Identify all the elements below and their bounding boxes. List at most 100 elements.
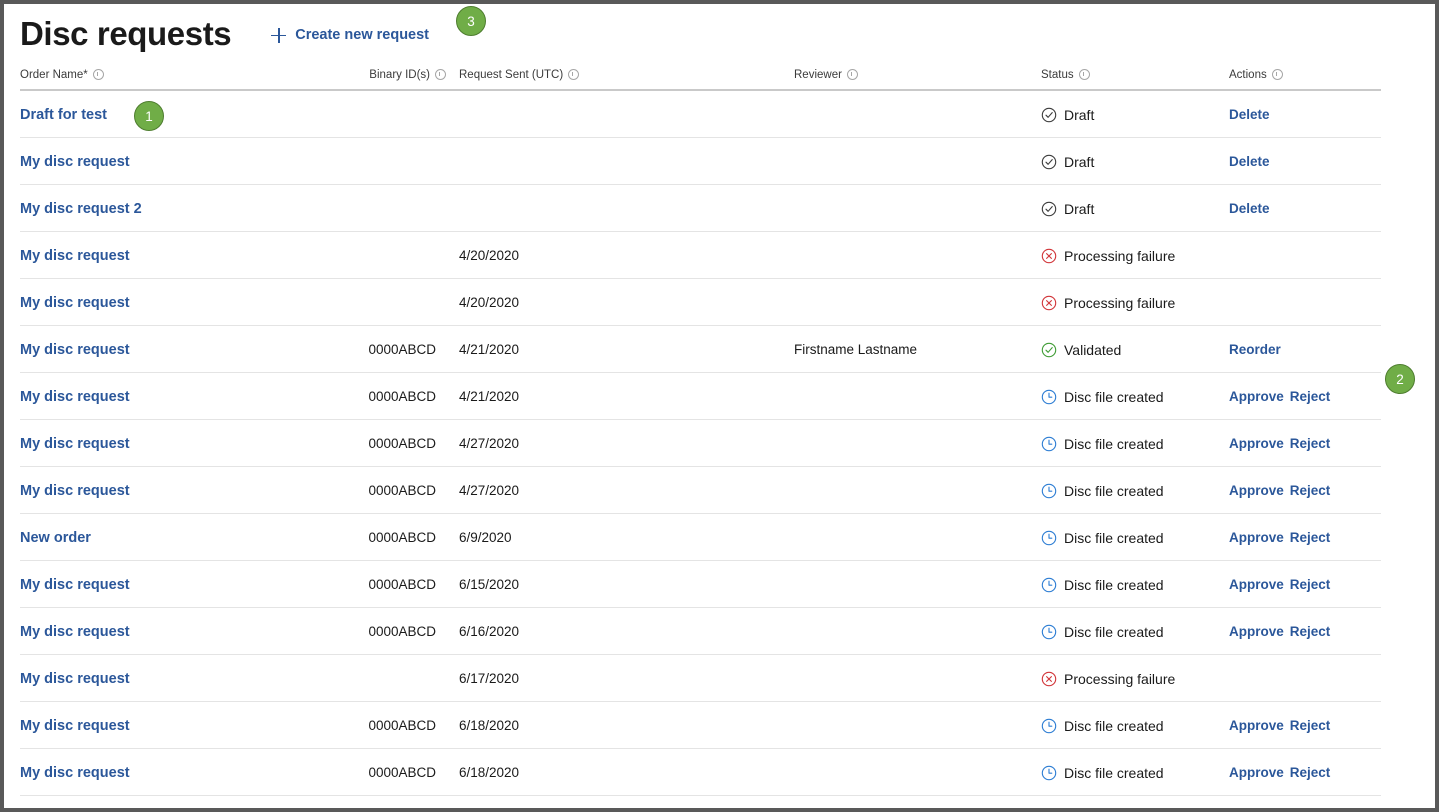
- cell-actions: Delete: [1229, 201, 1399, 216]
- cell-status: Disc file created: [1033, 718, 1229, 734]
- table-row: My disc request 2 DraftDelete: [6, 185, 1433, 232]
- order-name-link[interactable]: My disc request: [20, 765, 130, 781]
- info-icon[interactable]: [1272, 69, 1283, 80]
- create-new-request-button[interactable]: Create new request: [271, 27, 429, 43]
- info-icon[interactable]: [1079, 69, 1090, 80]
- disc-requests-table: Order Name* Binary ID(s) Request Sent (UTC…: [6, 60, 1433, 796]
- column-header-label: Binary ID(s): [369, 69, 430, 81]
- order-name-link[interactable]: My disc request: [20, 389, 130, 405]
- status-label: Processing failure: [1064, 671, 1175, 687]
- action-link-delete[interactable]: Delete: [1229, 201, 1270, 216]
- order-name-link[interactable]: My disc request: [20, 624, 130, 640]
- action-link-reject[interactable]: Reject: [1290, 436, 1331, 451]
- order-name-link[interactable]: My disc request 2: [20, 201, 142, 217]
- clock-icon: [1041, 436, 1057, 452]
- cell-status: Disc file created: [1033, 530, 1229, 546]
- status-label: Disc file created: [1064, 483, 1164, 499]
- cell-order-name: My disc request: [20, 435, 325, 453]
- cell-status: Draft: [1033, 154, 1229, 170]
- action-link-approve[interactable]: Approve: [1229, 436, 1284, 451]
- cell-order-name: My disc request: [20, 341, 325, 359]
- order-name-link[interactable]: My disc request: [20, 248, 130, 264]
- action-link-reject[interactable]: Reject: [1290, 765, 1331, 780]
- clock-icon: [1041, 765, 1057, 781]
- cell-binary-id: 0000ABCD: [325, 530, 446, 545]
- cell-order-name: My disc request: [20, 764, 325, 782]
- info-icon[interactable]: [568, 69, 579, 80]
- order-name-link[interactable]: My disc request: [20, 718, 130, 734]
- cell-actions: Approve Reject: [1229, 389, 1399, 404]
- column-header-binary-id[interactable]: Binary ID(s): [325, 69, 446, 81]
- row-divider: [20, 795, 1381, 796]
- cell-status: Disc file created: [1033, 436, 1229, 452]
- order-name-link[interactable]: My disc request: [20, 295, 130, 311]
- order-name-link[interactable]: My disc request: [20, 483, 130, 499]
- cell-status: Disc file created: [1033, 624, 1229, 640]
- table-row: My disc request0000ABCD4/21/2020Firstnam…: [6, 326, 1433, 373]
- cell-order-name: My disc request: [20, 247, 325, 265]
- order-name-link[interactable]: My disc request: [20, 342, 130, 358]
- clock-icon: [1041, 718, 1057, 734]
- error-circle-icon: [1041, 248, 1057, 264]
- order-name-link[interactable]: Draft for test: [20, 107, 107, 123]
- disc-requests-page: Disc requests Create new request Order N…: [6, 6, 1433, 806]
- cell-status: Draft: [1033, 201, 1229, 217]
- action-link-delete[interactable]: Delete: [1229, 154, 1270, 169]
- action-link-reorder[interactable]: Reorder: [1229, 342, 1281, 357]
- action-link-reject[interactable]: Reject: [1290, 624, 1331, 639]
- column-header-request-sent[interactable]: Request Sent (UTC): [446, 69, 618, 81]
- status-label: Processing failure: [1064, 248, 1175, 264]
- cell-status: Disc file created: [1033, 389, 1229, 405]
- cell-actions: Approve Reject: [1229, 765, 1399, 780]
- table-row: New order0000ABCD6/9/2020Disc file creat…: [6, 514, 1433, 561]
- cell-request-sent: 6/15/2020: [446, 577, 618, 592]
- cell-actions: Approve Reject: [1229, 436, 1399, 451]
- action-link-reject[interactable]: Reject: [1290, 530, 1331, 545]
- status-label: Disc file created: [1064, 436, 1164, 452]
- action-link-approve[interactable]: Approve: [1229, 483, 1284, 498]
- action-link-approve[interactable]: Approve: [1229, 389, 1284, 404]
- column-header-reviewer[interactable]: Reviewer: [618, 69, 1033, 81]
- info-icon[interactable]: [847, 69, 858, 80]
- table-header-row: Order Name* Binary ID(s) Request Sent (UTC…: [6, 60, 1433, 89]
- error-circle-icon: [1041, 295, 1057, 311]
- cell-actions: Approve Reject: [1229, 530, 1399, 545]
- action-link-reject[interactable]: Reject: [1290, 389, 1331, 404]
- action-link-approve[interactable]: Approve: [1229, 624, 1284, 639]
- cell-reviewer: Firstname Lastname: [618, 342, 1033, 357]
- action-link-reject[interactable]: Reject: [1290, 577, 1331, 592]
- action-link-reject[interactable]: Reject: [1290, 718, 1331, 733]
- action-link-approve[interactable]: Approve: [1229, 765, 1284, 780]
- cell-binary-id: 0000ABCD: [325, 436, 446, 451]
- order-name-link[interactable]: New order: [20, 530, 91, 546]
- cell-actions: Approve Reject: [1229, 577, 1399, 592]
- action-link-delete[interactable]: Delete: [1229, 107, 1270, 122]
- action-link-approve[interactable]: Approve: [1229, 577, 1284, 592]
- column-header-status[interactable]: Status: [1033, 69, 1229, 81]
- cell-status: Validated: [1033, 342, 1229, 358]
- table-row: My disc request0000ABCD4/27/2020Disc fil…: [6, 420, 1433, 467]
- info-icon[interactable]: [435, 69, 446, 80]
- screenshot-frame: Disc requests Create new request Order N…: [0, 0, 1439, 812]
- info-icon[interactable]: [93, 69, 104, 80]
- status-label: Draft: [1064, 107, 1094, 123]
- cell-actions: Delete: [1229, 107, 1399, 122]
- action-link-approve[interactable]: Approve: [1229, 718, 1284, 733]
- column-header-order-name[interactable]: Order Name*: [20, 69, 325, 81]
- table-row: My disc request4/20/2020Processing failu…: [6, 279, 1433, 326]
- order-name-link[interactable]: My disc request: [20, 154, 130, 170]
- order-name-link[interactable]: My disc request: [20, 577, 130, 593]
- action-link-approve[interactable]: Approve: [1229, 530, 1284, 545]
- create-new-request-label: Create new request: [295, 27, 429, 43]
- frame-border-top: [0, 0, 1439, 4]
- table-row: My disc request 4/20/2020 Processing failu…: [6, 232, 1433, 279]
- action-link-reject[interactable]: Reject: [1290, 483, 1331, 498]
- page-header: Disc requests Create new request: [6, 6, 1433, 60]
- column-header-label: Request Sent (UTC): [459, 69, 563, 81]
- cell-request-sent: 4/20/2020: [446, 248, 618, 263]
- order-name-link[interactable]: My disc request: [20, 436, 130, 452]
- order-name-link[interactable]: My disc request: [20, 671, 130, 687]
- column-header-actions[interactable]: Actions: [1229, 69, 1399, 81]
- callout-badge-2: 2: [1385, 364, 1415, 394]
- status-label: Disc file created: [1064, 577, 1164, 593]
